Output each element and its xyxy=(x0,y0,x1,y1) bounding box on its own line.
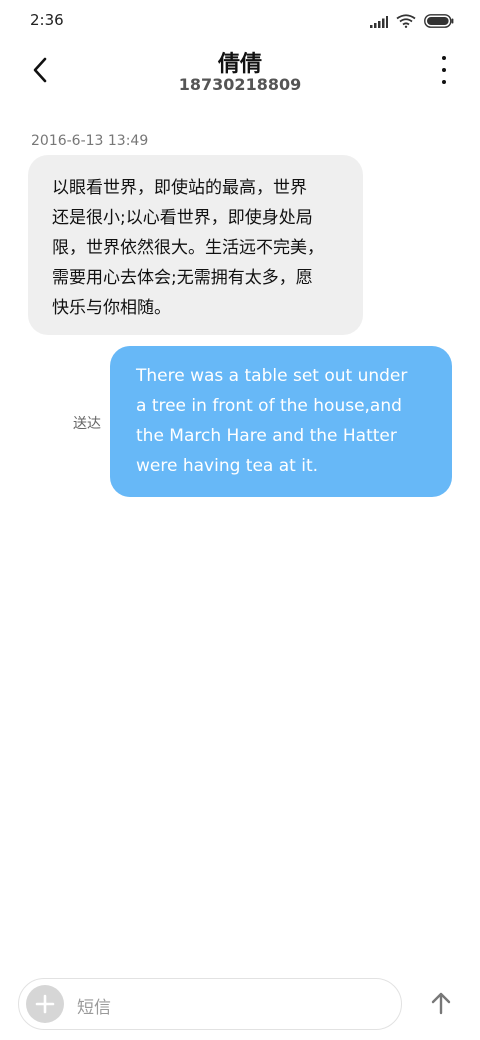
message-line: the March Hare and the Hatter xyxy=(136,426,397,446)
status-bar: 2:36 xyxy=(0,0,480,40)
wifi-icon xyxy=(396,13,416,32)
sms-conversation-screen: 2:36 倩倩 18730218809 2016-6-13 13:49 以眼看世… xyxy=(0,0,480,1040)
signal-icon xyxy=(370,13,388,32)
more-options-button[interactable] xyxy=(434,56,454,84)
message-line: 以眼看世界，即使站的最高，世界 xyxy=(52,178,307,198)
message-line: 快乐与你相随。 xyxy=(52,298,171,318)
message-line: 还是很小;以心看世界，即使身处局 xyxy=(52,208,313,228)
message-input-placeholder[interactable]: 短信 xyxy=(77,993,111,1018)
send-button[interactable] xyxy=(426,988,456,1018)
message-line: 限，世界依然很大。生活远不完美， xyxy=(52,238,324,258)
message-input-bar[interactable]: 短信 xyxy=(18,978,402,1030)
more-vertical-icon xyxy=(442,56,446,60)
contact-name: 倩倩 xyxy=(217,52,262,77)
outgoing-message-bubble[interactable]: There was a table set out under a tree i… xyxy=(110,346,452,497)
battery-icon xyxy=(424,13,454,32)
incoming-message-bubble[interactable]: 以眼看世界，即使站的最高，世界 还是很小;以心看世界，即使身处局 限，世界依然很… xyxy=(28,155,363,335)
status-time: 2:36 xyxy=(30,11,64,29)
delivery-status: 送达 xyxy=(73,416,101,432)
message-line: 需要用心去体会;无需拥有太多，愿 xyxy=(52,268,313,288)
add-attachment-button[interactable] xyxy=(26,985,64,1023)
message-line: a tree in front of the house,and xyxy=(136,396,402,416)
arrow-up-icon xyxy=(431,992,451,1015)
message-timestamp: 2016-6-13 13:49 xyxy=(31,133,149,149)
status-icons xyxy=(370,13,454,32)
plus-icon xyxy=(35,994,55,1014)
contact-number: 18730218809 xyxy=(178,75,302,94)
message-line: There was a table set out under xyxy=(136,366,408,386)
conversation-header: 倩倩 18730218809 xyxy=(0,40,480,110)
message-line: were having tea at it. xyxy=(136,456,319,476)
